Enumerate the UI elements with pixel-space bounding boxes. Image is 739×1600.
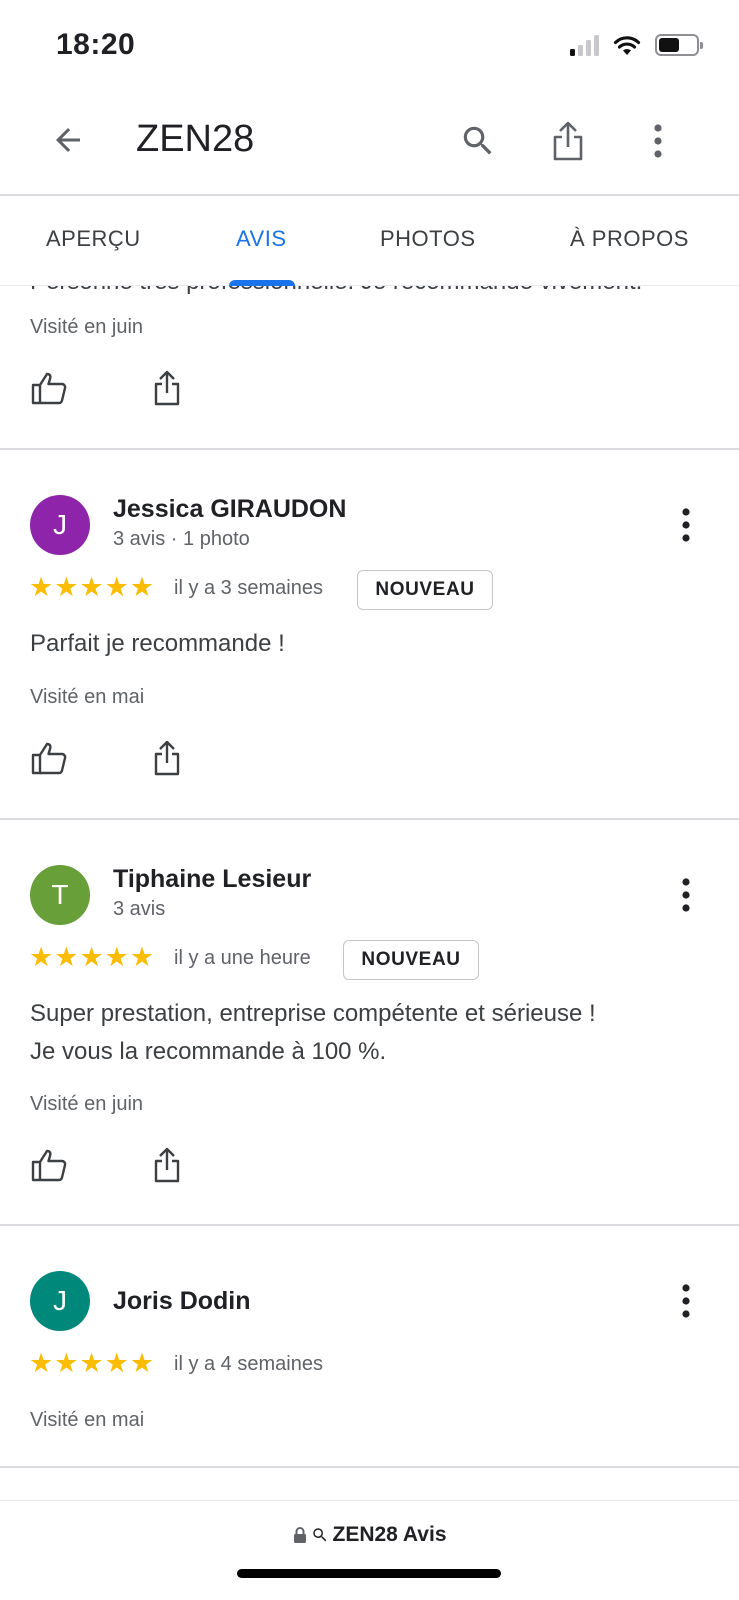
reviewer-name[interactable]: Joris Dodin [113,1287,251,1316]
star-rating: ★ ★ ★ ★ ★ [29,1350,154,1377]
review-time: il y a 3 semaines [174,577,323,599]
avatar[interactable]: T [30,865,90,925]
review-text-line: Super prestation, entreprise compétente … [30,1000,596,1027]
visited-date: Visité en juin [30,1093,144,1115]
star-rating: ★ ★ ★ ★ ★ [29,944,154,971]
star-icon: ★ [104,572,129,602]
more-vert-icon[interactable] [664,503,708,547]
visited-date: Visité en mai [30,1409,145,1431]
status-bar: 18:20 [0,0,739,92]
review-time: il y a 4 semaines [174,1353,323,1375]
tab-avis[interactable]: AVIS [236,226,287,252]
url-display[interactable]: ZEN28 Avis [0,1523,739,1547]
reviewer-name[interactable]: Tiphaine Lesieur [113,865,311,894]
battery-icon [655,34,703,56]
star-icon: ★ [54,572,79,602]
page-title: ZEN28 [136,118,255,160]
thumbs-up-icon[interactable] [29,368,69,408]
status-time: 18:20 [56,28,136,61]
url-text: ZEN28 Avis [332,1523,447,1546]
divider [0,1466,739,1468]
more-vert-icon[interactable] [664,873,708,917]
share-icon[interactable] [147,1145,187,1185]
divider [0,448,739,450]
review-time: il y a une heure [174,947,311,969]
share-icon[interactable] [147,368,187,408]
thumbs-up-icon[interactable] [29,738,69,778]
visited-date: Visité en mai [30,686,145,708]
more-vert-icon[interactable] [664,1279,708,1323]
star-icon: ★ [79,942,104,972]
review-text: Personne très professionnelle. Je recomm… [30,286,642,296]
tab-apercu[interactable]: APERÇU [46,226,141,252]
new-badge: NOUVEAU [343,940,479,980]
wifi-icon [613,36,641,55]
tab-a-propos[interactable]: À PROPOS [570,226,689,252]
star-icon: ★ [129,1348,155,1378]
star-icon: ★ [79,1348,104,1378]
home-indicator[interactable] [237,1569,501,1578]
star-icon: ★ [104,942,129,972]
avatar[interactable]: J [30,495,90,555]
reviewer-name[interactable]: Jessica GIRAUDON [113,495,346,524]
star-icon: ★ [79,572,104,602]
star-icon: ★ [29,1348,54,1378]
active-tab-indicator [229,280,295,286]
visited-date: Visité en juin [30,316,144,338]
review-text-line: Je vous la recommande à 100 %. [30,1038,387,1065]
share-icon[interactable] [147,738,187,778]
star-rating: ★ ★ ★ ★ ★ [29,574,154,601]
star-icon: ★ [129,572,155,602]
star-icon: ★ [104,1348,129,1378]
reviews-feed[interactable]: Personne très professionnelle. Je recomm… [0,286,739,1500]
review-text: Parfait je recommande ! [30,630,285,657]
share-icon[interactable] [546,118,590,164]
star-icon: ★ [129,942,155,972]
search-icon[interactable] [456,118,500,164]
star-icon: ★ [29,572,54,602]
cellular-signal-icon [570,34,599,56]
back-arrow-icon[interactable] [48,120,88,160]
reviewer-meta: 3 avis [113,898,166,920]
reviewer-meta: 3 avis · 1 photo [113,528,250,550]
star-icon: ★ [29,942,54,972]
browser-url-bar[interactable]: ZEN28 Avis [0,1500,739,1600]
star-icon: ★ [54,942,79,972]
lock-icon [293,1527,306,1543]
new-badge: NOUVEAU [357,570,493,610]
thumbs-up-icon[interactable] [29,1145,69,1185]
tab-photos[interactable]: PHOTOS [380,226,476,252]
divider [0,818,739,820]
more-vert-icon[interactable] [636,118,680,164]
tab-bar: APERÇU AVIS PHOTOS À PROPOS [0,196,739,286]
avatar[interactable]: J [30,1271,90,1331]
search-icon [312,1528,326,1542]
star-icon: ★ [54,1348,79,1378]
app-bar: ZEN28 [0,92,739,196]
divider [0,1224,739,1226]
status-icons [570,34,703,56]
